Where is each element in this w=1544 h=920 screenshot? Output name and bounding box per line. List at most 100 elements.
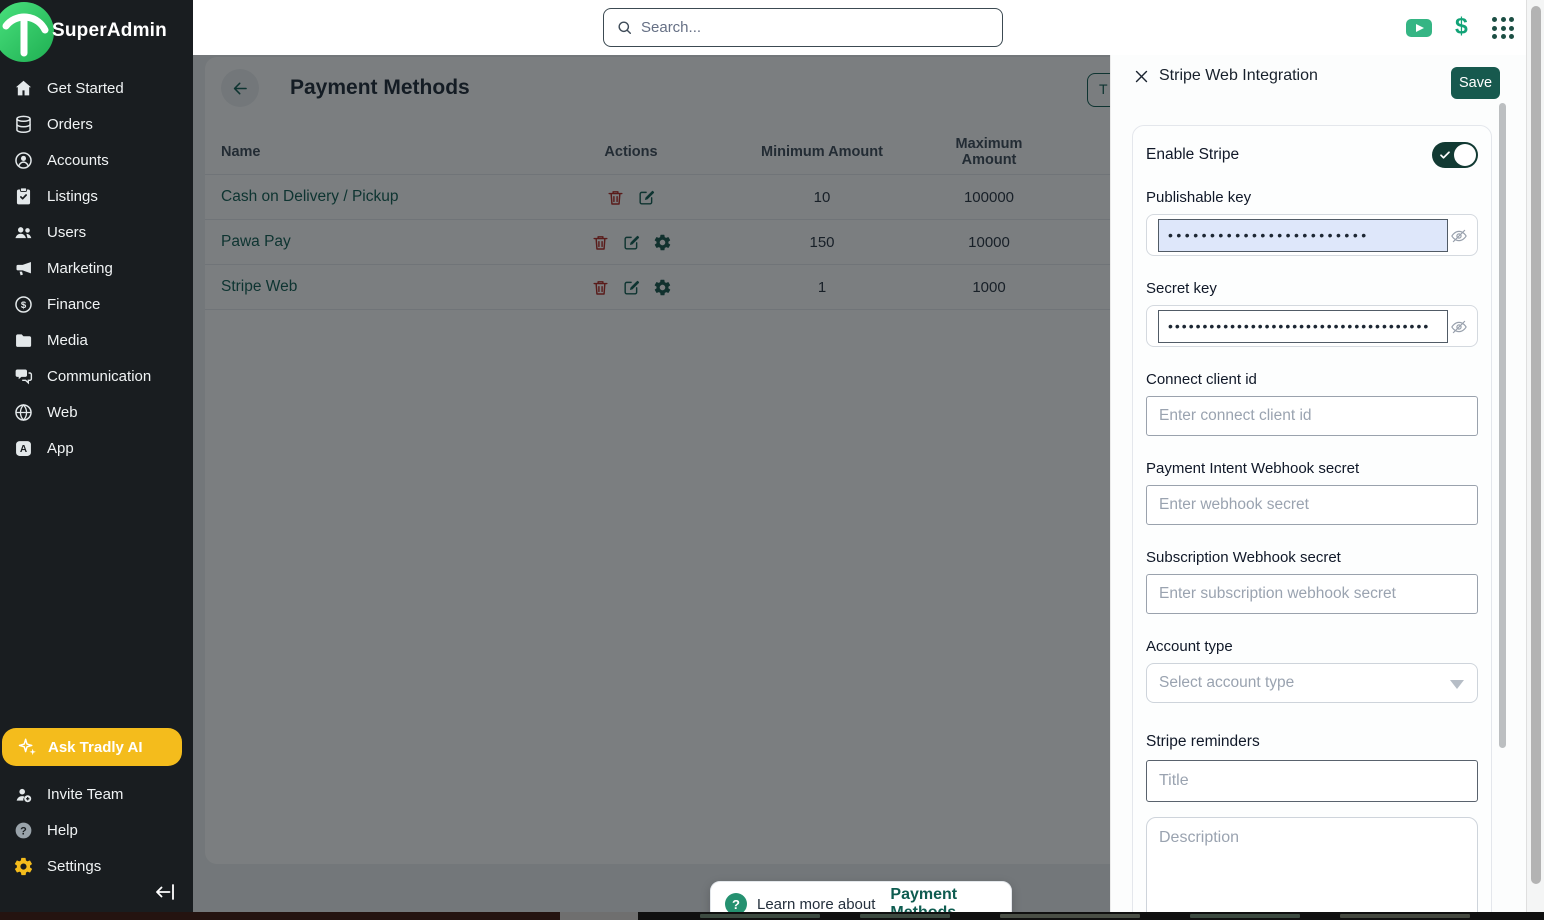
sidebar-item-orders[interactable]: Orders [0, 106, 193, 142]
strip-artifact [860, 914, 950, 918]
sparkle-icon [16, 736, 38, 758]
sidebar-item-listings[interactable]: Listings [0, 178, 193, 214]
strip-artifact [0, 912, 560, 920]
strip-artifact [700, 914, 820, 918]
svg-text:$: $ [21, 300, 27, 311]
orders-stack-icon [13, 114, 34, 135]
panel-title: Stripe Web Integration [1159, 67, 1318, 85]
sidebar-item-get-started[interactable]: Get Started [0, 70, 193, 106]
publishable-key-field[interactable]: •••••••••••••••••••••••• [1146, 214, 1478, 256]
close-icon[interactable] [1133, 68, 1150, 85]
eye-slash-icon[interactable] [1450, 318, 1468, 336]
strip-artifact [1190, 914, 1300, 918]
app-store-icon: A [13, 438, 34, 459]
page-scrollbar-thumb[interactable] [1531, 6, 1541, 884]
secret-key-label: Secret key [1146, 280, 1478, 297]
sidebar-item-settings[interactable]: Settings [0, 848, 193, 884]
apps-grid-icon[interactable] [1492, 17, 1514, 39]
secret-key-masked-value[interactable]: •••••••••••••••••••••••••••••••••••••• [1158, 310, 1448, 343]
search-input[interactable] [641, 19, 990, 36]
connect-client-id-input[interactable] [1146, 396, 1478, 436]
chevron-down-icon [1450, 680, 1464, 689]
page-scrollbar [1526, 0, 1544, 912]
sidebar-item-label: Users [47, 224, 86, 241]
video-tutorial-icon[interactable] [1406, 19, 1432, 37]
app-root: SuperAdmin Get Started Orders Accounts L… [0, 0, 1544, 920]
billing-dollar-icon[interactable]: $ [1455, 13, 1468, 40]
save-button[interactable]: Save [1451, 67, 1500, 99]
reminder-title-input[interactable] [1146, 760, 1478, 802]
reminder-description-textarea[interactable] [1146, 817, 1478, 912]
payment-intent-webhook-input[interactable] [1146, 485, 1478, 525]
stripe-integration-panel: Stripe Web Integration Save Enable Strip… [1110, 55, 1526, 912]
sidebar-item-media[interactable]: Media [0, 322, 193, 358]
sidebar-item-accounts[interactable]: Accounts [0, 142, 193, 178]
globe-icon [13, 402, 34, 423]
sidebar-item-label: Settings [47, 858, 101, 875]
enable-stripe-label: Enable Stripe [1146, 146, 1239, 164]
folder-icon [13, 330, 34, 351]
payment-intent-webhook-label: Payment Intent Webhook secret [1146, 460, 1478, 477]
sidebar-item-users[interactable]: Users [0, 214, 193, 250]
background-window-strip [0, 912, 1544, 920]
sidebar-item-label: Help [47, 822, 78, 839]
stripe-reminders-label: Stripe reminders [1146, 733, 1478, 751]
app-title: SuperAdmin [52, 20, 167, 42]
collapse-arrow-icon [153, 880, 177, 904]
sidebar-item-label: Web [47, 404, 78, 421]
search-icon [616, 19, 633, 36]
publishable-key-label: Publishable key [1146, 189, 1478, 206]
dollar-circle-icon: $ [13, 294, 34, 315]
sidebar-item-communication[interactable]: Communication [0, 358, 193, 394]
sidebar-nav: Get Started Orders Accounts Listings Use… [0, 70, 193, 466]
account-type-placeholder: Select account type [1159, 674, 1294, 692]
strip-artifact [560, 912, 638, 920]
home-icon [13, 78, 34, 99]
panel-scrollbar[interactable] [1499, 103, 1506, 748]
svg-text:A: A [20, 444, 27, 455]
toggle-knob [1454, 144, 1476, 166]
sidebar-item-label: Accounts [47, 152, 109, 169]
users-group-icon [13, 222, 34, 243]
sidebar-item-label: Communication [47, 368, 151, 385]
sidebar-item-label: Orders [47, 116, 93, 133]
sidebar-item-app[interactable]: A App [0, 430, 193, 466]
svg-text:?: ? [20, 825, 27, 837]
sidebar-item-label: Marketing [47, 260, 113, 277]
sidebar-item-label: Finance [47, 296, 100, 313]
ask-ai-label: Ask Tradly AI [48, 739, 142, 756]
publishable-key-masked-value[interactable]: •••••••••••••••••••••••• [1158, 219, 1448, 252]
modal-dim-overlay [193, 55, 1110, 912]
sidebar-collapse-button[interactable] [153, 880, 177, 904]
gear-icon [13, 856, 34, 877]
megaphone-icon [13, 258, 34, 279]
ask-tradly-ai-button[interactable]: Ask Tradly AI [2, 728, 182, 766]
stripe-settings-card: Enable Stripe Publishable key ••••••••••… [1132, 125, 1492, 912]
person-add-icon [13, 784, 34, 805]
topbar: $ [193, 0, 1544, 55]
secret-key-field[interactable]: •••••••••••••••••••••••••••••••••••••• [1146, 305, 1478, 347]
enable-stripe-row: Enable Stripe [1146, 141, 1478, 169]
subscription-webhook-label: Subscription Webhook secret [1146, 549, 1478, 566]
subscription-webhook-input[interactable] [1146, 574, 1478, 614]
eye-slash-icon[interactable] [1450, 227, 1468, 245]
sidebar-item-finance[interactable]: $ Finance [0, 286, 193, 322]
sidebar-item-marketing[interactable]: Marketing [0, 250, 193, 286]
sidebar-item-label: Media [47, 332, 88, 349]
question-circle-icon: ? [13, 820, 34, 841]
strip-artifact [1340, 914, 1470, 918]
sidebar-item-label: Invite Team [47, 786, 123, 803]
clipboard-check-icon [13, 186, 34, 207]
enable-stripe-toggle[interactable] [1432, 142, 1478, 168]
sidebar-footer: Invite Team ? Help Settings [0, 776, 193, 884]
chat-bubbles-icon [13, 366, 34, 387]
connect-client-id-label: Connect client id [1146, 371, 1478, 388]
sidebar-item-help[interactable]: ? Help [0, 812, 193, 848]
sidebar-item-web[interactable]: Web [0, 394, 193, 430]
tradly-logo [0, 1, 55, 63]
search-box[interactable] [603, 8, 1003, 47]
sidebar-item-invite-team[interactable]: Invite Team [0, 776, 193, 812]
learn-more-text: Learn more about [757, 896, 875, 913]
account-type-select[interactable]: Select account type [1146, 663, 1478, 703]
sidebar: SuperAdmin Get Started Orders Accounts L… [0, 0, 193, 912]
